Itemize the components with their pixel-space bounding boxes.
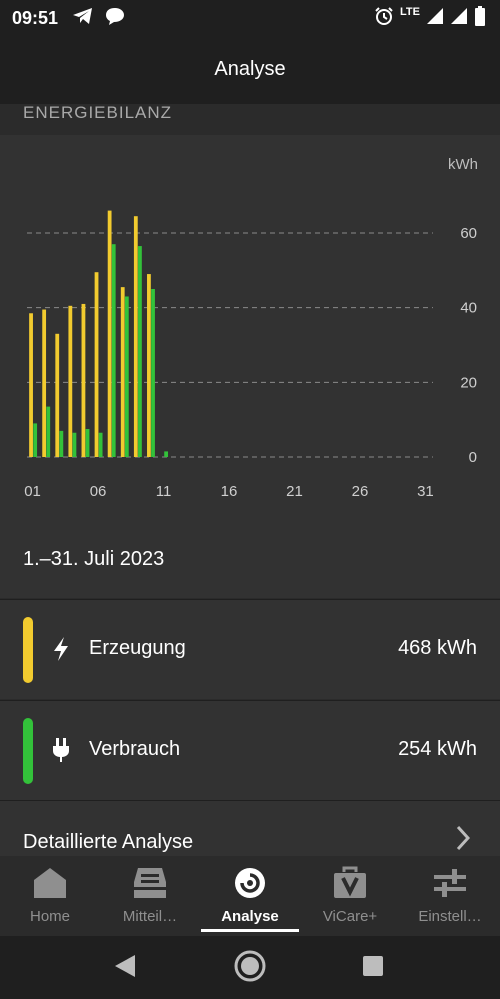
inbox-icon [134, 868, 166, 898]
analysis-icon [235, 868, 265, 898]
color-indicator [23, 718, 33, 784]
x-tick-label: 11 [156, 483, 172, 500]
status-time: 09:51 [12, 8, 59, 28]
legend-label: Verbrauch [89, 738, 181, 760]
status-right: LTE [374, 6, 486, 26]
bar-verbrauch [85, 429, 90, 457]
page-title: Analyse [214, 58, 286, 80]
x-tick-label: 31 [417, 483, 434, 500]
legend-value: 468 kWh [398, 637, 477, 659]
x-tick-label: 26 [352, 483, 369, 500]
bar-verbrauch [33, 423, 38, 457]
plug-icon [53, 738, 69, 762]
nav-settings[interactable]: Einstell… [400, 856, 500, 936]
y-tick-label: 40 [460, 300, 477, 317]
bar-verbrauch [151, 289, 155, 457]
nav-label: Einstell… [418, 908, 482, 925]
bar-verbrauch [138, 246, 142, 457]
y-tick-label: 0 [469, 449, 477, 466]
bar-erzeugung [55, 333, 60, 457]
nav-label: ViCare+ [322, 908, 378, 925]
lightning-icon [54, 637, 68, 661]
legend-row-erzeugung[interactable]: Erzeugung 468 kWh [0, 599, 500, 699]
bar-erzeugung [147, 274, 151, 457]
legend-label: Erzeugung [89, 637, 186, 659]
bar-erzeugung [120, 287, 125, 457]
bar-verbrauch [124, 296, 129, 457]
nav-label: Mitteil… [122, 908, 178, 925]
legend-value: 254 kWh [398, 738, 477, 760]
bar-verbrauch [59, 430, 64, 457]
home-icon [34, 868, 66, 898]
battery-icon [475, 6, 485, 26]
recents-icon[interactable] [362, 955, 384, 977]
bar-verbrauch [111, 244, 116, 457]
nav-messages[interactable]: Mitteil… [100, 856, 200, 936]
detailed-analysis-link[interactable]: Detaillierte Analyse [0, 800, 500, 857]
nav-home[interactable]: Home [0, 856, 100, 936]
x-tick-label: 16 [221, 483, 238, 500]
alarm-icon [375, 7, 393, 25]
y-unit-label: kWh [448, 156, 478, 173]
period-label: 1.–31. Juli 2023 [23, 548, 165, 570]
bar-erzeugung [81, 303, 86, 457]
sliders-icon [434, 869, 466, 897]
chat-bubble-icon [106, 8, 124, 25]
home-circle-icon[interactable] [233, 949, 267, 983]
bar-verbrauch [98, 432, 103, 457]
x-tick-label: 01 [24, 483, 41, 500]
nav-vicare-plus[interactable]: ViCare+ [300, 856, 400, 936]
signal-icon-2 [451, 8, 467, 24]
notification-icons [72, 6, 126, 26]
nav-label: Analyse [221, 908, 279, 925]
bar-verbrauch [46, 406, 51, 457]
y-tick-label: 20 [460, 374, 477, 391]
bar-erzeugung [107, 210, 112, 457]
detail-label: Detaillierte Analyse [23, 831, 194, 853]
chevron-right-icon [456, 825, 470, 851]
bar-erzeugung [94, 272, 99, 457]
vicare-bag-icon [334, 866, 366, 898]
nav-label: Home [29, 908, 70, 925]
active-tab-indicator [201, 929, 299, 932]
nav-analyse[interactable]: Analyse [200, 856, 300, 936]
energy-bar-chart[interactable]: kWh 0 20 40 60 01 06 11 16 21 26 31 [0, 135, 500, 535]
bar-verbrauch [72, 432, 77, 457]
back-icon[interactable] [113, 953, 137, 979]
bar-erzeugung [68, 305, 73, 457]
energy-chart-card[interactable]: kWh 0 20 40 60 01 06 11 16 21 26 31 1.–31. Juli 202… [0, 135, 500, 598]
network-type: LTE [400, 6, 420, 18]
bar-erzeugung [29, 313, 33, 457]
x-tick-label: 06 [90, 483, 107, 500]
legend-row-verbrauch[interactable]: Verbrauch 254 kWh [0, 700, 500, 800]
app-bar: Analyse [0, 34, 500, 104]
system-navigation-bar [0, 936, 500, 999]
bar-erzeugung [133, 216, 138, 457]
signal-icon [427, 8, 443, 24]
y-tick-label: 60 [460, 225, 477, 242]
bar-erzeugung [42, 309, 47, 457]
color-indicator [23, 617, 33, 683]
section-header: ENERGIEBILANZ [0, 103, 500, 135]
telegram-icon [73, 8, 92, 24]
section-label: ENERGIEBILANZ [23, 103, 173, 122]
bottom-navigation: Home Mitteil… Analyse ViCare+ Einstell… [0, 856, 500, 936]
status-bar: 09:51 LTE [0, 0, 500, 34]
x-tick-label: 21 [286, 483, 303, 500]
bar-verbrauch [164, 451, 169, 457]
